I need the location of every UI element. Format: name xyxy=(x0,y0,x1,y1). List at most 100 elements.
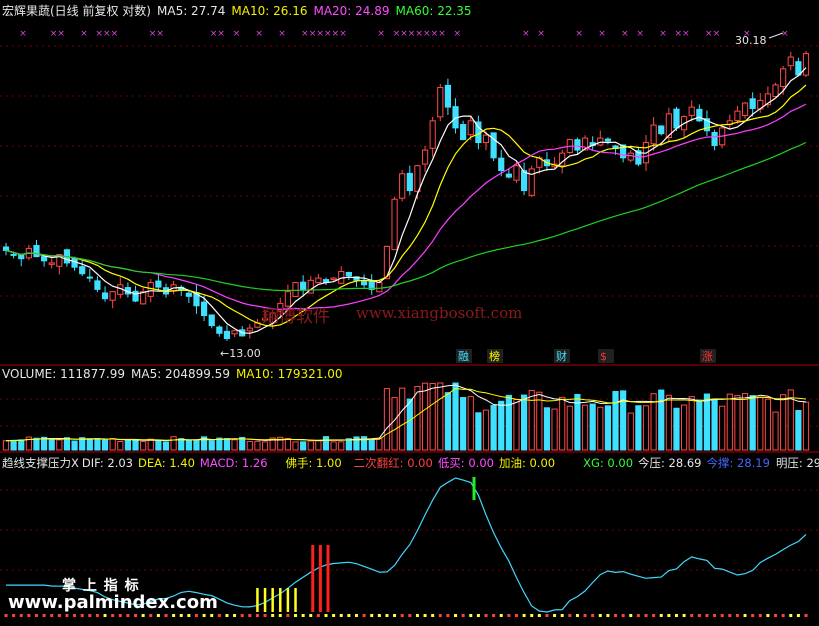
signal-marker: × xyxy=(57,29,65,39)
candle xyxy=(421,149,429,165)
volume-bar xyxy=(33,437,40,451)
candle xyxy=(802,53,810,76)
volume-bar xyxy=(132,439,139,451)
volume-bar xyxy=(86,438,93,451)
dea-label: DEA: 1.40 xyxy=(138,456,195,470)
ma60-label: MA60: 22.35 xyxy=(395,4,472,18)
volume-bar xyxy=(475,412,482,451)
volume-bar xyxy=(208,440,215,451)
volume-bar xyxy=(627,412,634,451)
candle xyxy=(528,168,535,196)
volume-label: VOLUME: 111877.99 xyxy=(2,367,125,381)
candle xyxy=(40,256,48,262)
candle xyxy=(399,173,406,199)
bottom-marker xyxy=(217,614,221,617)
volume-bar xyxy=(696,399,703,451)
candle xyxy=(246,327,253,332)
candle xyxy=(673,108,680,129)
bottom-marker xyxy=(19,614,23,617)
bottom-marker xyxy=(545,614,549,617)
candle xyxy=(86,276,93,279)
signal-badge: 融 xyxy=(458,350,469,363)
signal-marker: × xyxy=(301,29,309,39)
volume-bar xyxy=(719,405,726,451)
volume-bar xyxy=(223,438,231,451)
candle xyxy=(376,282,383,293)
signal-marker: × xyxy=(682,29,690,39)
macd-label: MACD: 1.26 xyxy=(199,456,268,470)
candle xyxy=(79,266,86,275)
bottom-marker xyxy=(156,614,160,617)
bottom-marker xyxy=(796,614,800,617)
volume-bar xyxy=(300,441,307,451)
volume-bar xyxy=(63,437,71,451)
signal-marker: × xyxy=(705,29,713,39)
candle xyxy=(330,277,337,281)
volume-bar xyxy=(757,396,764,451)
candle xyxy=(505,173,512,178)
volume-bar xyxy=(330,441,337,451)
watermark-url: www.xiangbosoft.com xyxy=(356,304,523,322)
candle xyxy=(383,245,391,280)
volume-bar xyxy=(528,389,535,451)
price-panel-header: 宏辉果蔬(日线 前复权 对数) MA5: 27.74 MA10: 26.16 MA20… xyxy=(2,2,478,19)
candle xyxy=(223,330,231,340)
bottom-marker xyxy=(73,614,77,617)
candle xyxy=(498,157,505,172)
candle xyxy=(741,102,749,116)
signal-marker: × xyxy=(309,29,317,39)
candle xyxy=(406,172,413,192)
xg-label: XG: 0.00 xyxy=(583,456,634,470)
jinya-label: 今压: 28.69 xyxy=(638,456,702,470)
volume-bar xyxy=(764,398,772,451)
volume-bar xyxy=(254,440,261,451)
bottom-marker xyxy=(103,614,107,617)
volume-bar xyxy=(520,394,528,451)
bottom-marker xyxy=(476,614,480,617)
bottom-marker xyxy=(431,614,435,617)
volume-bar xyxy=(482,409,490,451)
bottom-marker xyxy=(393,614,397,617)
signal-marker: × xyxy=(95,29,103,39)
bottom-marker xyxy=(248,614,252,617)
bottom-marker xyxy=(377,614,381,617)
volume-bar xyxy=(665,394,672,451)
volume-bar xyxy=(2,440,10,451)
bottom-marker xyxy=(728,614,732,617)
signal-marker: × xyxy=(454,29,462,39)
bottom-marker xyxy=(263,614,267,617)
bottom-marker xyxy=(324,614,328,617)
signal-marker: × xyxy=(255,29,263,39)
signal-marker: × xyxy=(278,29,286,39)
mingya-label: 明压: 29.8 xyxy=(775,456,819,470)
bottom-marker xyxy=(705,614,709,617)
signal-marker: × xyxy=(537,29,545,39)
indicator-name: 趋线支撑压力X xyxy=(2,456,79,470)
bottom-marker xyxy=(766,614,770,617)
volume-bar xyxy=(795,409,802,451)
candle xyxy=(627,152,634,161)
ma10-label: MA10: 26.16 xyxy=(231,4,308,18)
bottom-marker xyxy=(240,614,244,617)
volume-bar xyxy=(315,439,322,451)
bottom-marker xyxy=(507,614,511,617)
signal-marker: × xyxy=(339,29,347,39)
candle xyxy=(101,292,109,300)
bottom-marker xyxy=(271,614,275,617)
volume-bar xyxy=(635,405,642,451)
bottom-marker xyxy=(735,614,739,617)
candle xyxy=(749,98,756,109)
volume-bar xyxy=(284,437,292,451)
bottom-marker xyxy=(667,614,671,617)
signal-badge: 财 xyxy=(556,349,567,363)
volume-bar xyxy=(246,440,253,451)
volume-bar xyxy=(18,439,25,451)
bottom-marker xyxy=(4,614,8,617)
candle xyxy=(787,56,794,67)
indicator-panel-header: 趋线支撑压力X DIF: 2.03 DEA: 1.40 MACD: 1.26 佛手: 1… xyxy=(2,455,819,471)
volume-bar xyxy=(185,440,192,451)
candle xyxy=(48,262,55,265)
volume-bar xyxy=(543,407,551,451)
bottom-marker xyxy=(553,614,557,617)
bottom-marker xyxy=(606,614,610,617)
